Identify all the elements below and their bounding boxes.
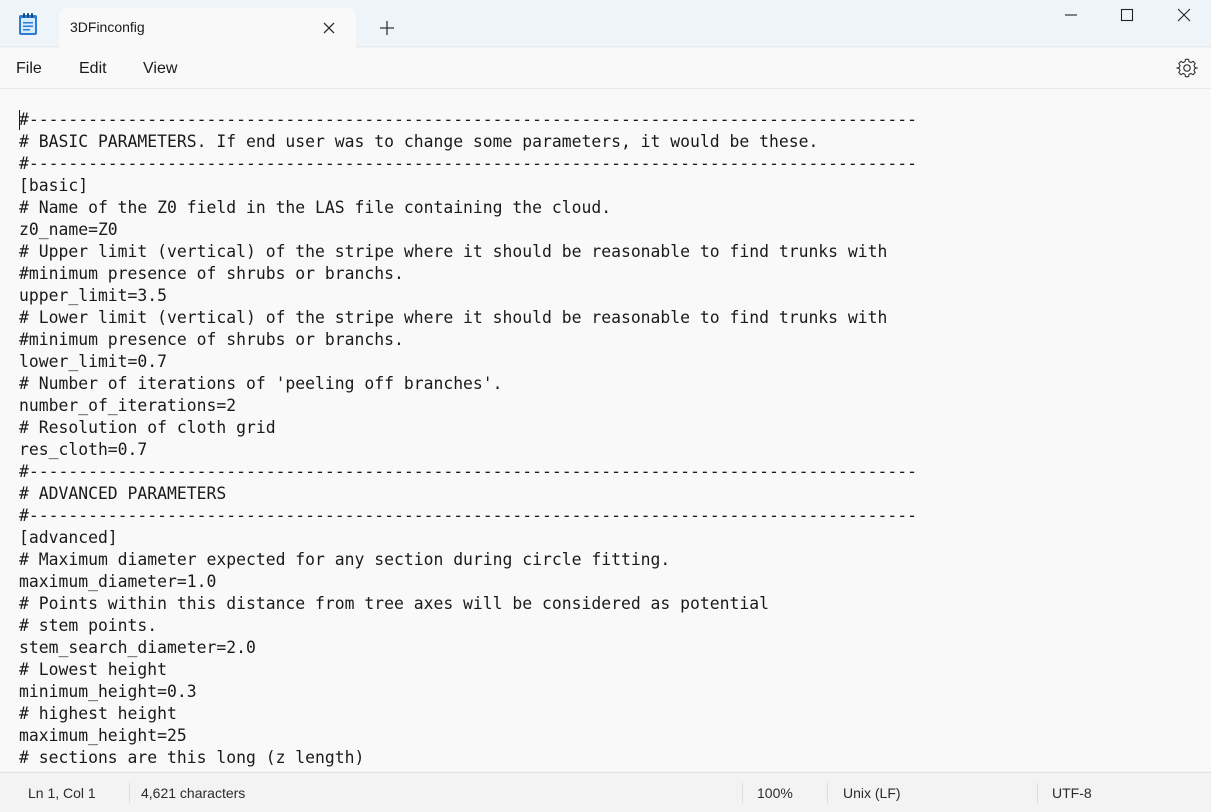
editor-line: #---------------------------------------…	[19, 462, 917, 481]
maximize-button[interactable]	[1100, 0, 1154, 30]
status-separator	[1037, 783, 1038, 803]
minimize-button[interactable]	[1044, 0, 1098, 30]
editor-line: #---------------------------------------…	[19, 154, 917, 173]
notepad-window: 3DFinconfig File Edit View #------------…	[0, 0, 1211, 812]
editor-line: # Lowest height	[19, 660, 168, 679]
title-bar: 3DFinconfig	[0, 0, 1211, 48]
status-separator	[129, 783, 130, 803]
status-encoding[interactable]: UTF-8	[1052, 785, 1092, 801]
status-cursor-position[interactable]: Ln 1, Col 1	[28, 785, 96, 801]
menu-edit[interactable]: Edit	[79, 60, 107, 78]
editor-line: #---------------------------------------…	[19, 110, 917, 129]
menu-view[interactable]: View	[143, 60, 177, 78]
gear-icon[interactable]	[1176, 57, 1198, 79]
status-separator	[827, 783, 828, 803]
editor-line: res_cloth=0.7	[19, 440, 148, 459]
editor-line: # Upper limit (vertical) of the stripe w…	[19, 242, 888, 261]
editor-line: # ADVANCED PARAMETERS	[19, 484, 227, 503]
menu-file[interactable]: File	[16, 60, 42, 78]
editor-line: # Number of iterations of 'peeling off b…	[19, 374, 503, 393]
editor-line: number_of_iterations=2	[19, 396, 237, 415]
editor-line: # Resolution of cloth grid	[19, 418, 276, 437]
status-character-count: 4,621 characters	[141, 785, 246, 801]
editor-line: lower_limit=0.7	[19, 352, 168, 371]
editor-line: [advanced]	[19, 528, 118, 547]
editor-line: [basic]	[19, 176, 89, 195]
text-editor[interactable]: #---------------------------------------…	[0, 89, 1211, 771]
tab-title: 3DFinconfig	[70, 19, 145, 35]
maximize-icon	[1120, 8, 1134, 22]
editor-line: # highest height	[19, 704, 177, 723]
editor-line: # Maximum diameter expected for any sect…	[19, 550, 671, 569]
editor-line: maximum_height=25	[19, 726, 187, 745]
editor-line: # stem points.	[19, 616, 158, 635]
editor-line: stem_search_diameter=2.0	[19, 638, 256, 657]
editor-line: # Lower limit (vertical) of the stripe w…	[19, 308, 888, 327]
status-line-ending[interactable]: Unix (LF)	[843, 785, 901, 801]
editor-line: upper_limit=3.5	[19, 286, 168, 305]
editor-line: # sections are this long (z length)	[19, 748, 365, 767]
editor-line: # Points within this distance from tree …	[19, 594, 769, 613]
editor-line: #minimum presence of shrubs or branchs.	[19, 264, 404, 283]
close-window-button[interactable]	[1157, 0, 1211, 30]
status-separator	[742, 783, 743, 803]
tab-3dfinconfig[interactable]: 3DFinconfig	[59, 8, 356, 48]
editor-line: #minimum presence of shrubs or branchs.	[19, 330, 404, 349]
editor-line: minimum_height=0.3	[19, 682, 197, 701]
editor-line: z0_name=Z0	[19, 220, 118, 239]
text-caret	[19, 110, 20, 130]
editor-line: # BASIC PARAMETERS. If end user was to c…	[19, 132, 819, 151]
minimize-icon	[1065, 14, 1077, 16]
status-bar: Ln 1, Col 1 4,621 characters 100% Unix (…	[0, 772, 1211, 812]
editor-line: # Name of the Z0 field in the LAS file c…	[19, 198, 612, 217]
close-tab-icon[interactable]	[321, 20, 337, 36]
notepad-icon	[17, 12, 39, 36]
close-icon	[1177, 8, 1191, 22]
editor-lines: #---------------------------------------…	[19, 109, 917, 769]
editor-line: #---------------------------------------…	[19, 506, 917, 525]
editor-line: maximum_diameter=1.0	[19, 572, 217, 591]
menu-bar: File Edit View	[0, 48, 1211, 89]
new-tab-plus-icon[interactable]	[378, 19, 396, 37]
status-zoom[interactable]: 100%	[757, 785, 793, 801]
